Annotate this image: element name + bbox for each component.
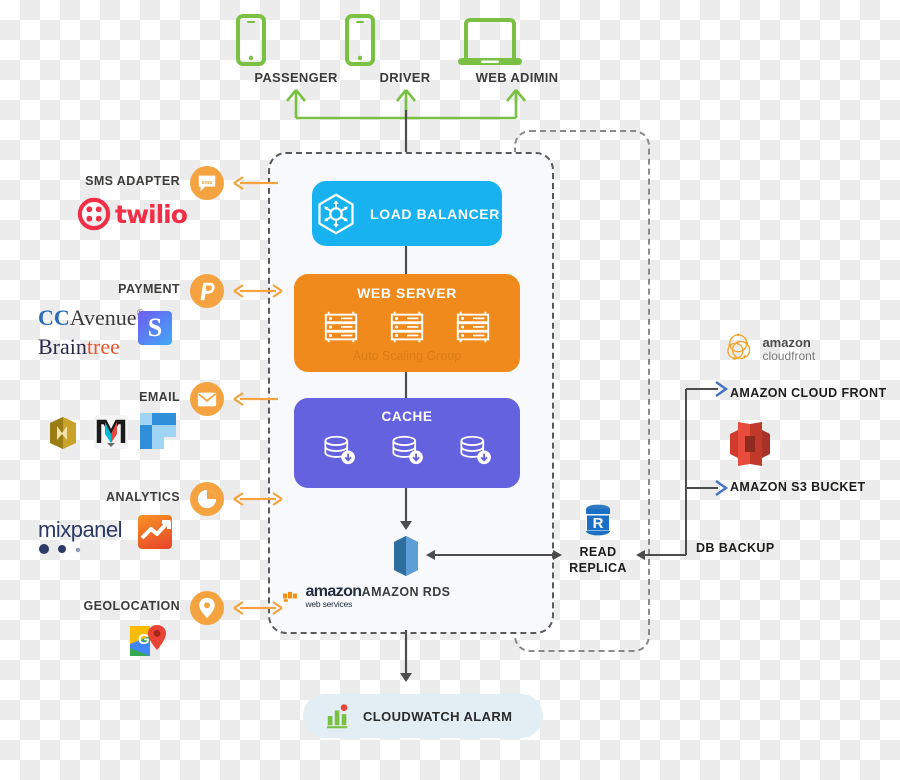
- client-driver[interactable]: DRIVER: [345, 14, 465, 85]
- load-balancer-label: LOAD BALANCER: [370, 205, 500, 222]
- load-balancer-hex-icon: [314, 192, 358, 236]
- vendor-logo-stripe: S: [138, 311, 172, 345]
- stripe-tile-icon: S: [138, 311, 172, 345]
- smartphone-icon: [236, 14, 356, 66]
- rds-replica-sync-arrow: [426, 550, 562, 560]
- cache-database-icon: [455, 430, 495, 470]
- svg-text:sms: sms: [201, 180, 212, 186]
- client-web-admin[interactable]: WEB ADIMIN: [457, 14, 577, 85]
- laptop-icon: [457, 14, 577, 66]
- vendor-logo-mixpanel: mixpanel: [38, 517, 123, 555]
- amazon-ses-icon: [50, 417, 76, 449]
- geolocation-arrow-both: [233, 601, 283, 615]
- twilio-wordmark: twilio: [115, 199, 188, 229]
- db-backup-routing-lines: [636, 381, 729, 560]
- vendor-logo-google-analytics: [138, 515, 172, 549]
- mandrill-m-icon: [96, 419, 126, 447]
- server-rack-icon: [322, 308, 360, 346]
- google-maps-icon: G: [130, 625, 166, 656]
- vendor-logo-twilio: twilio: [77, 197, 188, 231]
- sms-bubble-icon[interactable]: sms: [190, 166, 224, 200]
- cloudfront-logo-line2: cloudfront: [762, 348, 816, 363]
- pie-chart-icon[interactable]: [190, 482, 224, 516]
- cloudfront-icon: [727, 333, 751, 360]
- cache-to-rds-arrow: [400, 488, 412, 530]
- service-label-geolocation: GEOLOCATION: [83, 599, 180, 613]
- aws-logo-line1: amazon: [305, 583, 362, 600]
- twilio-mark-icon: [77, 197, 111, 231]
- analytics-arrow-both: [233, 492, 283, 506]
- service-label-sms: SMS ADAPTER: [85, 174, 180, 188]
- amazon-rds-node[interactable]: [383, 533, 429, 579]
- aws-provider-logo: amazon web services: [283, 583, 362, 609]
- server-rack-icon: [388, 308, 426, 346]
- web-server-block[interactable]: WEB SERVER Auto Scaling Group: [294, 274, 520, 372]
- service-label-payment: PAYMENT: [118, 282, 180, 296]
- server-rack-icon: [454, 308, 492, 346]
- amazon-rds-label: AMAZON RDS: [361, 585, 451, 599]
- vendor-logo-ccavenue: CCAvenue®: [38, 305, 144, 330]
- client-label: DRIVER: [379, 70, 431, 85]
- sms-arrow-left: [233, 176, 278, 190]
- cloudwatch-alarm-label: CLOUDWATCH ALARM: [363, 708, 513, 724]
- db-backup-label: DB BACKUP: [696, 541, 775, 555]
- envelope-icon[interactable]: [190, 382, 224, 416]
- tile-grid-icon: [140, 413, 176, 449]
- svg-text:G: G: [138, 631, 150, 648]
- auto-scaling-group-label: Auto Scaling Group: [352, 349, 462, 363]
- read-replica-label-line2: REPLICA: [569, 560, 627, 575]
- analytics-chart-icon: [138, 515, 172, 549]
- read-replica-icon: R: [582, 503, 614, 541]
- email-arrow-left: [233, 392, 278, 406]
- read-replica-label-line1: READ: [579, 545, 617, 559]
- vendor-logo-amazon-ses: [46, 415, 80, 451]
- map-pin-icon[interactable]: [190, 591, 224, 625]
- rds-to-cloudwatch-arrow: [400, 630, 412, 682]
- client-label: WEB ADIMIN: [475, 70, 559, 85]
- mixpanel-dots-icon: [38, 543, 98, 555]
- aws-logo-line2: web services: [305, 599, 353, 609]
- vendor-logo-braintree: Braintree: [38, 334, 120, 359]
- load-balancer-block[interactable]: LOAD BALANCER: [312, 181, 502, 246]
- cache-database-icon: [387, 430, 427, 470]
- cache-label: CACHE: [381, 409, 433, 424]
- service-label-analytics: ANALYTICS: [106, 490, 180, 504]
- cloudwatch-alarm-pill[interactable]: CLOUDWATCH ALARM: [303, 694, 543, 738]
- client-label: PASSENGER: [254, 70, 338, 85]
- service-label-email: EMAIL: [139, 390, 180, 404]
- webserver-to-cache-line: [404, 372, 408, 400]
- svg-text:R: R: [593, 515, 604, 532]
- cloudwatch-alarm-icon: [325, 703, 351, 729]
- smartphone-icon: [345, 14, 465, 66]
- cloudfront-logo: amazon cloudfront: [726, 332, 815, 366]
- vendor-logo-sendgrid: [140, 413, 176, 449]
- vendor-logo-mandrill: [94, 415, 128, 449]
- cache-block[interactable]: CACHE: [294, 398, 520, 488]
- cache-database-icon: [319, 430, 359, 470]
- paypal-icon[interactable]: [190, 274, 224, 308]
- mixpanel-wordmark: mixpanel: [38, 517, 123, 542]
- payment-arrow-both: [233, 284, 283, 298]
- amazon-rds-icon: [383, 533, 429, 579]
- cloudfront-logo-line1: amazon: [762, 334, 811, 350]
- client-passenger[interactable]: PASSENGER: [236, 14, 356, 85]
- vendor-logo-google-maps: G: [128, 622, 168, 660]
- web-server-label: WEB SERVER: [357, 285, 457, 301]
